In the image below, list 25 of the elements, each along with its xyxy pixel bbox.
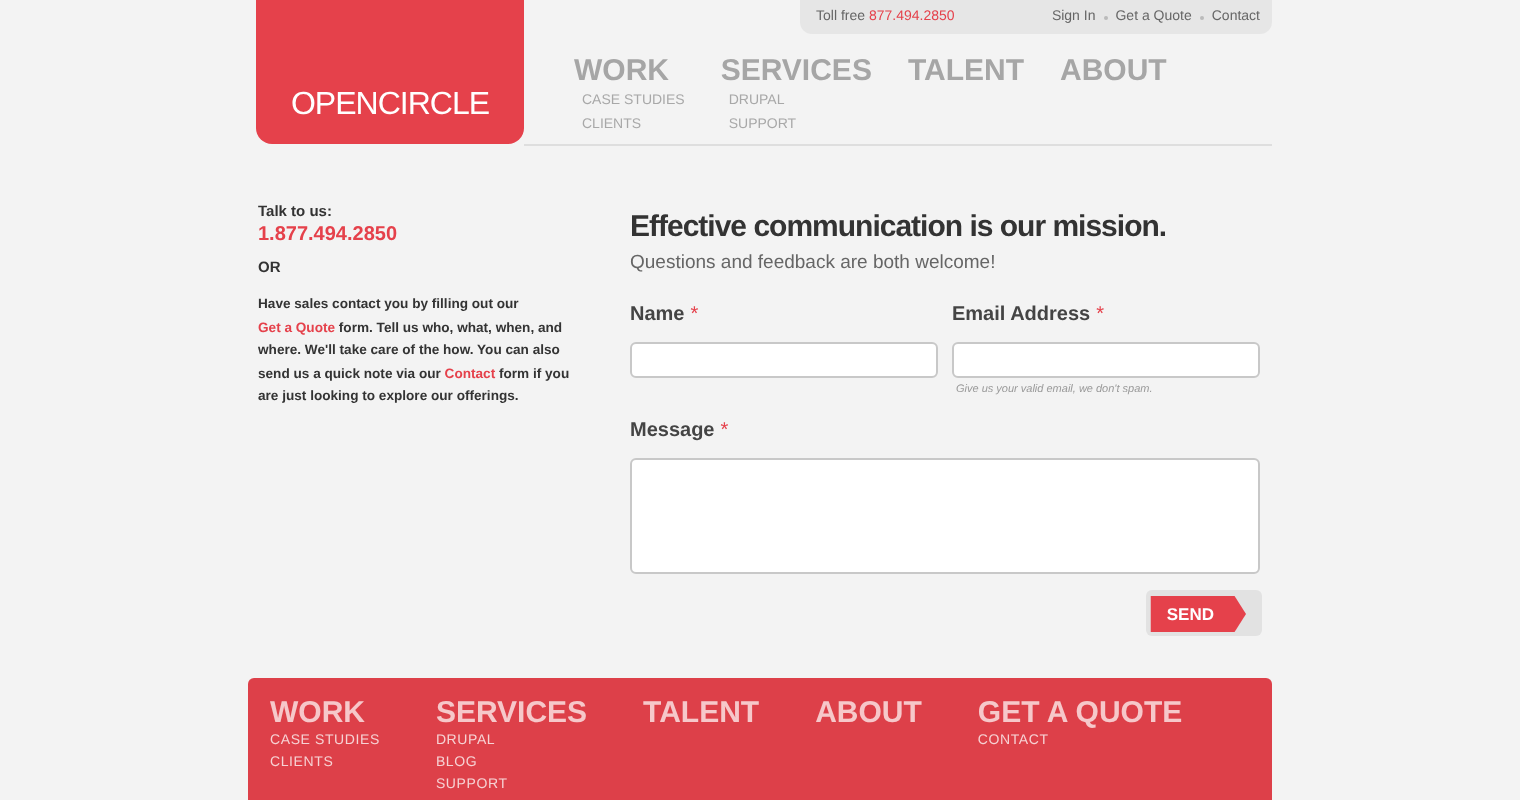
- input-field[interactable]: [952, 342, 1260, 378]
- field-label: Message: [630, 420, 715, 442]
- nav-link[interactable]: ABOUT: [1060, 54, 1167, 90]
- separator-dot-icon: [1103, 15, 1108, 19]
- required-mark: *: [720, 420, 729, 442]
- send-button[interactable]: SEND: [1150, 596, 1246, 632]
- required-mark: *: [690, 304, 699, 326]
- message-field[interactable]: [630, 458, 1260, 574]
- logo[interactable]: OPENCIRCLE: [256, 0, 524, 144]
- footer-link[interactable]: WORK: [270, 698, 380, 730]
- phone-number[interactable]: 1.877.494.2850: [258, 222, 586, 248]
- footer-link[interactable]: SERVICES: [435, 698, 588, 730]
- required-mark: *: [1096, 304, 1105, 326]
- field-label: Email Address: [952, 304, 1091, 326]
- footer-link[interactable]: TALENT: [643, 698, 760, 730]
- page-subheading: Questions and feedback are both welcome!: [630, 252, 998, 274]
- nav-link[interactable]: TALENT: [907, 54, 1024, 90]
- page-heading: Effective communication is our mission.: [630, 208, 1169, 248]
- field-label: Name: [630, 304, 685, 326]
- nav-link[interactable]: SERVICES: [720, 54, 872, 90]
- footer-link[interactable]: GET A QUOTE: [977, 698, 1183, 730]
- separator-dot-icon: [1199, 15, 1204, 19]
- footer-link[interactable]: ABOUT: [815, 698, 922, 730]
- nav-link[interactable]: WORK: [574, 54, 685, 90]
- input-field[interactable]: [630, 342, 938, 378]
